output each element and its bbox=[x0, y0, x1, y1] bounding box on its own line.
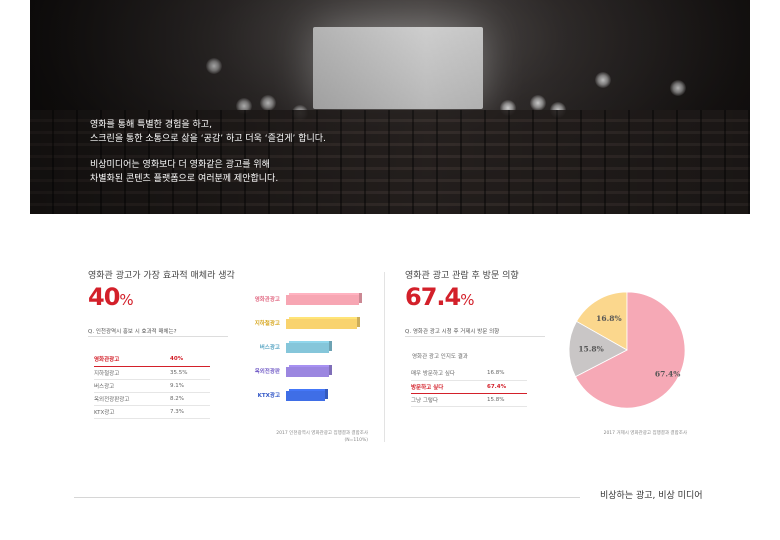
table-row: 지하철광고 35.5% bbox=[94, 366, 210, 380]
hero-line: 비상미디어는 영화보다 더 영화같은 광고를 위해 bbox=[90, 160, 270, 170]
pie-label: 67.4% bbox=[655, 370, 680, 379]
survey-question: Q. 인천광역시 홍보 시 효과적 매체는? bbox=[88, 329, 177, 335]
table-subhead: 영화관 광고 인지도 결과 bbox=[412, 354, 468, 360]
table-row: KTX광고 7.3% bbox=[94, 405, 210, 419]
bar-label: 버스광고 bbox=[259, 345, 280, 351]
row-value: 40% bbox=[170, 353, 210, 367]
bar-row: 영화관광고 bbox=[248, 291, 378, 307]
bar-label: 영화관광고 bbox=[254, 297, 280, 303]
row-value: 35.5% bbox=[170, 366, 210, 380]
row-label: 매우 방문하고 싶다 bbox=[411, 367, 487, 381]
table-row: 버스광고 9.1% bbox=[94, 379, 210, 393]
table-row: 영화관광고 40% bbox=[94, 353, 210, 367]
row-label: 방문하고 싶다 bbox=[411, 380, 487, 394]
source-note: 2017 거제시 영화관광고 집행결과 결합조사 bbox=[603, 431, 687, 436]
table-row: 방문하고 싶다 67.4% bbox=[411, 380, 527, 394]
row-label: 버스광고 bbox=[94, 379, 170, 393]
source-note: 2017 인천광역시 영화관광고 집행결과 결합조사 (N=110%) bbox=[276, 431, 368, 443]
bar-row: 지하철광고 bbox=[248, 315, 378, 331]
bar bbox=[286, 389, 328, 401]
hero-line: 영화를 통해 특별한 경험을 하고, bbox=[90, 120, 212, 130]
footer-divider bbox=[74, 497, 580, 498]
row-value: 15.8% bbox=[487, 393, 527, 407]
hero-line: 차별화된 콘텐츠 플랫폼으로 여러분께 제안합니다. bbox=[90, 174, 279, 184]
footer-tagline: 비상하는 광고, 비상 미디어 bbox=[600, 491, 703, 501]
hero-copy: 영화를 통해 특별한 경험을 하고, 스크린을 통한 소통으로 삶을 ‘공감’ … bbox=[90, 118, 326, 186]
row-value: 67.4% bbox=[487, 380, 527, 394]
bar bbox=[286, 341, 332, 353]
effective-media-panel: 영화관 광고가 가장 효과적 매체라 생각 40% Q. 인천광역시 홍보 시 … bbox=[88, 268, 373, 448]
row-value: 9.1% bbox=[170, 379, 210, 393]
bar-row: 옥외전광판 bbox=[248, 363, 378, 379]
row-label: 영화관광고 bbox=[94, 353, 170, 367]
survey-question: Q. 영화관 광고 시청 후 거제시 방문 의향 bbox=[405, 329, 500, 335]
row-value: 7.3% bbox=[170, 405, 210, 419]
bar bbox=[286, 317, 360, 329]
hero-line: 스크린을 통한 소통으로 삶을 ‘공감’ 하고 더욱 ‘즐겁게’ 합니다. bbox=[90, 134, 326, 144]
bar bbox=[286, 365, 332, 377]
table-row: 매우 방문하고 싶다 16.8% bbox=[411, 367, 527, 381]
bar-label: KTX광고 bbox=[257, 393, 280, 399]
bar-row: KTX광고 bbox=[248, 387, 378, 403]
row-value: 16.8% bbox=[487, 367, 527, 381]
row-label: 옥외전광판광고 bbox=[94, 392, 170, 406]
row-label: 그냥 그렇다 bbox=[411, 393, 487, 407]
survey-table: 영화관광고 40% 지하철광고 35.5% 버스광고 9.1% 옥외전광판광고 8.2% KTX… bbox=[94, 353, 210, 419]
table-row: 옥외전광판광고 8.2% bbox=[94, 392, 210, 406]
bar bbox=[286, 293, 362, 305]
headline-percent: 67.4% bbox=[405, 283, 475, 311]
panel-title: 영화관 광고 관람 후 방문 의향 bbox=[405, 271, 519, 281]
bar-label: 지하철광고 bbox=[254, 321, 280, 327]
pie-chart: 16.8% 67.4% 15.8% bbox=[568, 291, 686, 409]
row-value: 8.2% bbox=[170, 392, 210, 406]
headline-percent: 40% bbox=[88, 283, 134, 311]
visit-intent-panel: 영화관 광고 관람 후 방문 의향 67.4% Q. 영화관 광고 시청 후 거… bbox=[405, 268, 695, 448]
bar-label: 옥외전광판 bbox=[254, 369, 280, 375]
table-row: 그냥 그렇다 15.8% bbox=[411, 393, 527, 407]
panel-divider bbox=[384, 272, 385, 442]
row-label: KTX광고 bbox=[94, 405, 170, 419]
pie-label: 15.8% bbox=[578, 344, 603, 353]
pie-label: 16.8% bbox=[596, 314, 621, 323]
bar-chart: 영화관광고지하철광고버스광고옥외전광판 KTX광고 bbox=[248, 291, 378, 409]
survey-table: 매우 방문하고 싶다 16.8% 방문하고 싶다 67.4% 그냥 그렇다 15.8% bbox=[411, 367, 527, 407]
bar-row: 버스광고 bbox=[248, 339, 378, 355]
panel-title: 영화관 광고가 가장 효과적 매체라 생각 bbox=[88, 271, 235, 281]
hero-banner: 영화를 통해 특별한 경험을 하고, 스크린을 통한 소통으로 삶을 ‘공감’ … bbox=[30, 0, 750, 214]
row-label: 지하철광고 bbox=[94, 366, 170, 380]
